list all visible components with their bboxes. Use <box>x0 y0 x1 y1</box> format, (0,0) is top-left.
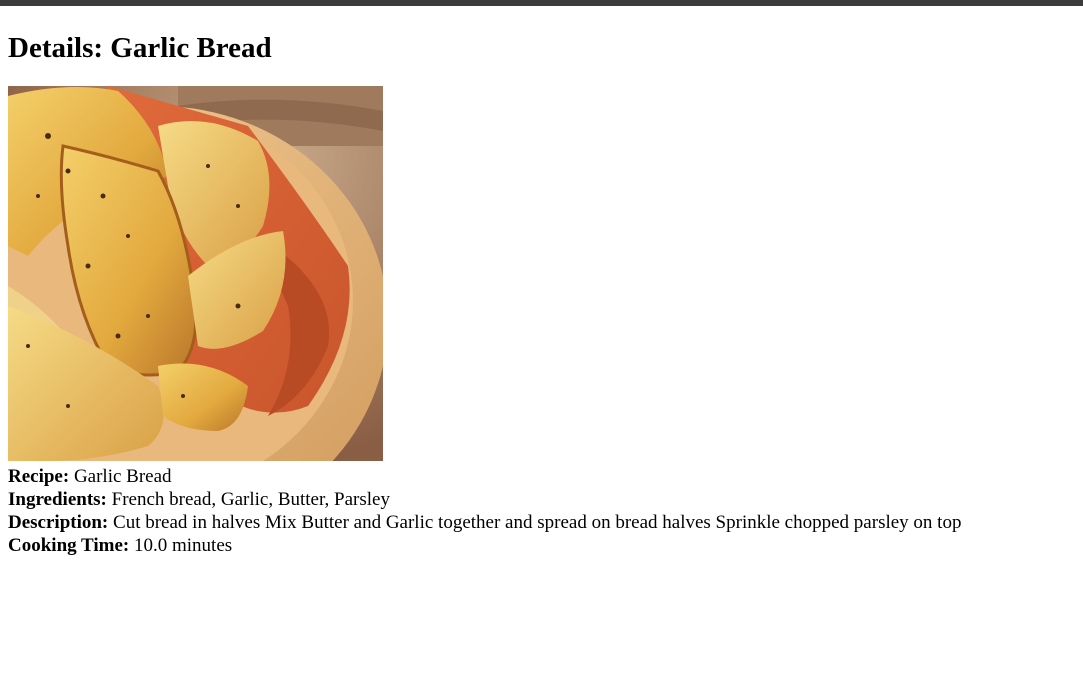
ingredients-value: French bread, Garlic, Butter, Parsley <box>111 489 390 510</box>
recipe-details: Recipe: Garlic Bread Ingredients: French… <box>8 465 1078 557</box>
description-label: Description: <box>8 512 109 533</box>
page-content: Details: Garlic Bread Recipe: Garlic Bre… <box>8 6 1078 557</box>
recipe-value: Garlic Bread <box>73 466 172 487</box>
recipe-photo <box>8 86 383 461</box>
page-title-name: Garlic Bread <box>110 32 272 64</box>
cooking-time-label: Cooking Time: <box>8 535 130 556</box>
description-value: Cut bread in halves Mix Butter and Garli… <box>113 512 962 533</box>
recipe-row: Recipe: Garlic Bread <box>8 465 1078 488</box>
recipe-label: Recipe: <box>8 466 70 487</box>
cooking-time-row: Cooking Time: 10.0 minutes <box>8 534 1078 557</box>
description-row: Description: Cut bread in halves Mix But… <box>8 511 1078 534</box>
ingredients-label: Ingredients: <box>8 489 107 510</box>
ingredients-row: Ingredients: French bread, Garlic, Butte… <box>8 488 1078 511</box>
page-title-prefix: Details: <box>8 32 111 64</box>
page-title: Details: Garlic Bread <box>8 6 1078 64</box>
cooking-time-value: 10.0 minutes <box>134 535 233 556</box>
